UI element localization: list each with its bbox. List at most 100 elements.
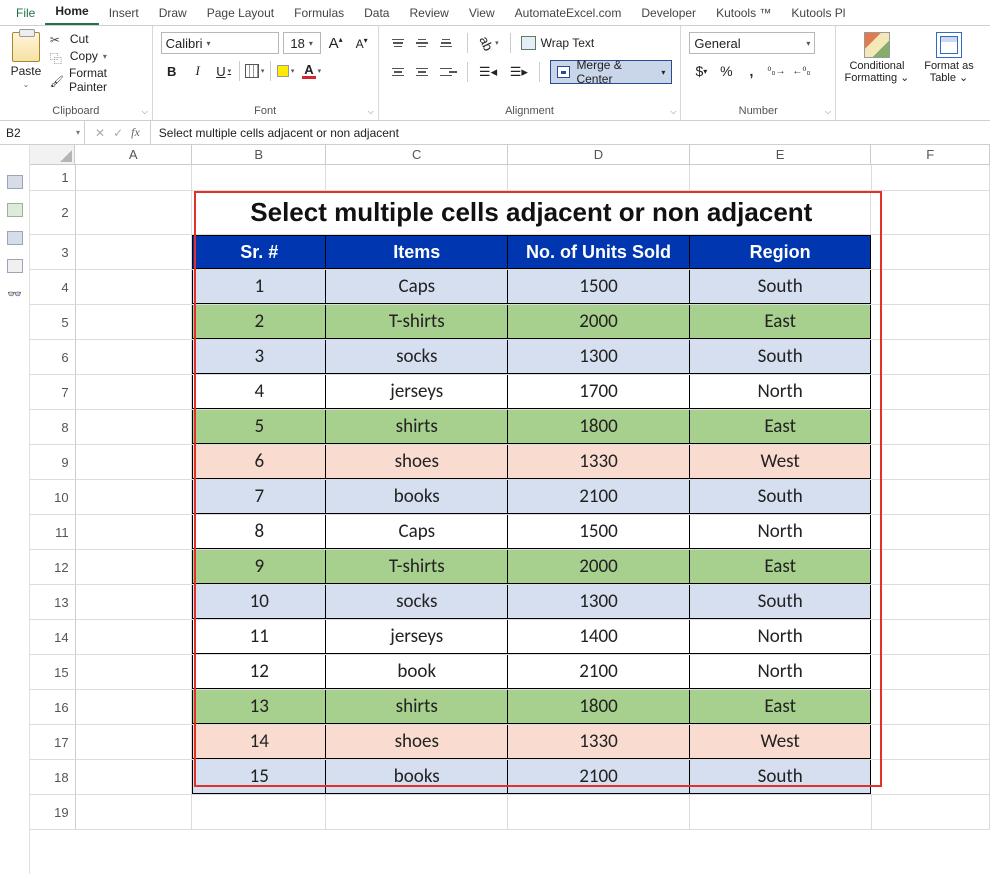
cell[interactable]: 9 (192, 550, 326, 584)
cell[interactable]: South (690, 585, 872, 619)
paste-button[interactable]: Paste ⌄ (8, 32, 44, 89)
cell[interactable] (76, 585, 193, 619)
chevron-down-icon[interactable]: ⌄ (23, 80, 30, 89)
cell[interactable] (871, 235, 990, 269)
align-left-button[interactable] (387, 61, 409, 83)
cell[interactable]: shoes (326, 445, 508, 479)
cell[interactable] (872, 795, 990, 829)
row-header[interactable]: 11 (30, 515, 76, 549)
borders-button[interactable] (244, 60, 266, 82)
cell[interactable]: Caps (326, 515, 508, 549)
cell[interactable]: 1500 (508, 515, 690, 549)
cell[interactable] (76, 270, 193, 304)
cell[interactable]: 6 (192, 445, 326, 479)
cancel-formula-icon[interactable]: ✕ (95, 126, 105, 140)
cell[interactable]: 7 (192, 480, 326, 514)
align-middle-button[interactable] (411, 32, 433, 54)
cell[interactable] (76, 375, 193, 409)
cell[interactable] (508, 795, 690, 829)
cell[interactable]: shoes (326, 725, 508, 759)
row-header[interactable]: 14 (30, 620, 76, 654)
row-header[interactable]: 10 (30, 480, 76, 514)
cell[interactable]: T-shirts (326, 305, 508, 339)
cell[interactable]: 2100 (508, 760, 690, 794)
pane-icon[interactable] (7, 231, 23, 245)
cell[interactable]: North (690, 375, 872, 409)
col-header-B[interactable]: B (192, 145, 326, 164)
row-header[interactable]: 19 (30, 795, 76, 829)
cell[interactable] (76, 305, 193, 339)
cell[interactable] (871, 620, 990, 654)
cell[interactable] (192, 795, 326, 829)
cell[interactable]: T-shirts (326, 550, 508, 584)
format-painter-button[interactable]: Format Painter (50, 66, 144, 94)
tab-kutools-plus[interactable]: Kutools Pl (781, 2, 855, 25)
row-header[interactable]: 6 (30, 340, 76, 374)
conditional-formatting-button[interactable]: ConditionalFormatting ⌄ (844, 32, 910, 84)
col-header-C[interactable]: C (326, 145, 508, 164)
decrease-font-button[interactable]: A▾ (351, 32, 373, 54)
tab-home[interactable]: Home (45, 0, 98, 25)
col-header-A[interactable]: A (75, 145, 192, 164)
binoculars-icon[interactable]: 👓 (7, 287, 22, 301)
cell[interactable]: East (690, 550, 872, 584)
increase-font-button[interactable]: A▴ (325, 32, 347, 54)
tab-file[interactable]: File (6, 2, 45, 25)
cell[interactable]: 1500 (508, 270, 690, 304)
cell[interactable] (872, 165, 990, 190)
row-header[interactable]: 13 (30, 585, 76, 619)
cell[interactable] (871, 655, 990, 689)
font-color-button[interactable]: A (301, 60, 323, 82)
cell[interactable] (76, 760, 193, 794)
cell[interactable]: Caps (326, 270, 508, 304)
formula-input[interactable]: Select multiple cells adjacent or non ad… (151, 121, 990, 144)
cell[interactable]: jerseys (326, 375, 508, 409)
cell[interactable]: Sr. # (192, 235, 326, 269)
pane-icon[interactable] (7, 259, 23, 273)
cell[interactable]: socks (326, 585, 508, 619)
name-box[interactable]: B2 ▾ (0, 121, 85, 144)
cell[interactable] (690, 795, 872, 829)
cell[interactable]: 5 (192, 410, 326, 444)
cell[interactable]: 1330 (508, 725, 690, 759)
comma-button[interactable]: , (739, 60, 763, 82)
cell[interactable]: 1800 (508, 690, 690, 724)
fx-icon[interactable]: fx (131, 125, 140, 140)
merge-center-button[interactable]: Merge & Center ▾ (550, 60, 672, 84)
cell[interactable]: 2100 (508, 480, 690, 514)
cell[interactable]: shirts (326, 690, 508, 724)
cell[interactable]: books (326, 760, 508, 794)
cell[interactable] (871, 760, 990, 794)
cell[interactable] (76, 550, 193, 584)
row-header[interactable]: 5 (30, 305, 76, 339)
cell[interactable]: 8 (192, 515, 326, 549)
cell[interactable]: socks (326, 340, 508, 374)
cut-button[interactable]: Cut (50, 32, 144, 46)
pane-icon[interactable] (7, 175, 23, 189)
percent-button[interactable]: % (714, 60, 738, 82)
decrease-indent-button[interactable]: ☰◂ (478, 61, 499, 83)
cell[interactable] (871, 480, 990, 514)
cell[interactable]: 12 (192, 655, 326, 689)
select-all-corner[interactable] (30, 145, 75, 164)
row-header[interactable]: 1 (30, 165, 76, 190)
cell[interactable] (76, 165, 193, 190)
cell[interactable] (76, 480, 193, 514)
tab-insert[interactable]: Insert (99, 2, 149, 25)
cell[interactable] (76, 795, 193, 829)
tab-formulas[interactable]: Formulas (284, 2, 354, 25)
cell[interactable]: 2000 (508, 550, 690, 584)
cell[interactable]: 15 (192, 760, 326, 794)
cell[interactable]: South (690, 270, 872, 304)
row-header[interactable]: 2 (30, 191, 76, 234)
worksheet-grid[interactable]: A B C D E F 12Select multiple cells adja… (30, 145, 990, 874)
cell[interactable] (326, 165, 508, 190)
row-header[interactable]: 3 (30, 235, 76, 269)
cell[interactable] (871, 340, 990, 374)
wrap-text-button[interactable]: Wrap Text (521, 36, 595, 50)
row-header[interactable]: 17 (30, 725, 76, 759)
cell[interactable]: 1400 (508, 620, 690, 654)
font-name-select[interactable]: Calibri ▾ (161, 32, 279, 54)
orientation-button[interactable]: ab (478, 32, 500, 54)
cell[interactable] (871, 191, 990, 234)
